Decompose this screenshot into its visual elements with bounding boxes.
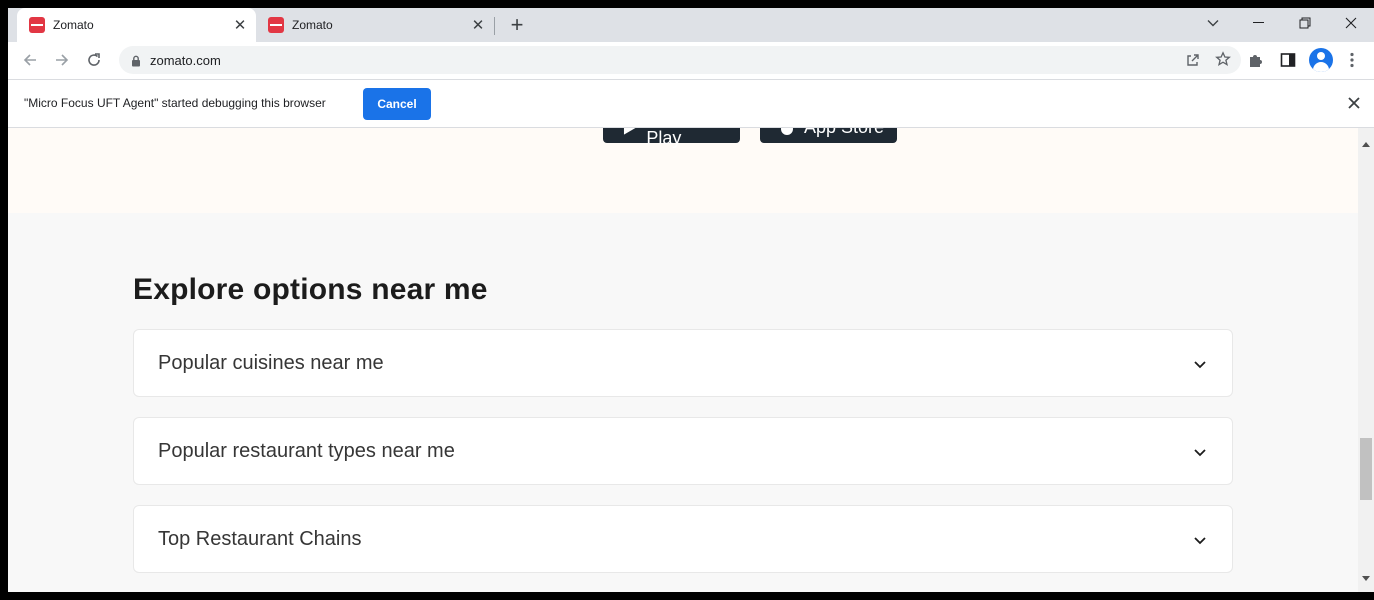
accordion-restaurant-chains[interactable]: Top Restaurant Chains (133, 505, 1233, 573)
debugging-infobar: "Micro Focus UFT Agent" started debuggin… (8, 79, 1374, 128)
tab-separator (494, 17, 495, 35)
infobar-message: "Micro Focus UFT Agent" started debuggin… (24, 96, 326, 110)
side-panel-icon[interactable] (1278, 50, 1298, 70)
accordion-popular-cuisines[interactable]: Popular cuisines near me (133, 329, 1233, 397)
scrollbar-thumb[interactable] (1360, 438, 1372, 500)
tab-zomato[interactable]: Zomato ✕ (256, 8, 494, 42)
window-close-icon[interactable] (1328, 8, 1374, 38)
page-content: Google Play App Store Explore options ne… (8, 128, 1358, 592)
tab-search-chevron-icon[interactable] (1190, 8, 1236, 38)
reload-icon[interactable] (81, 47, 107, 73)
tab-close-icon[interactable]: ✕ (468, 15, 488, 35)
google-play-icon (623, 128, 635, 135)
tab-zomato-active[interactable]: Zomato ✕ (17, 8, 256, 42)
minimize-icon[interactable] (1236, 8, 1282, 38)
extensions-puzzle-icon[interactable] (1246, 50, 1266, 70)
profile-avatar-icon[interactable] (1309, 48, 1333, 72)
tab-strip: Zomato ✕ Zomato ✕ + (8, 8, 1374, 42)
app-download-band: Google Play App Store (8, 128, 1358, 213)
browser-window: Zomato ✕ Zomato ✕ + zomato.com "Micro Fo… (8, 8, 1374, 592)
address-bar[interactable]: zomato.com (119, 46, 1241, 74)
cancel-button[interactable]: Cancel (363, 88, 431, 120)
zomato-favicon-icon (29, 17, 45, 33)
scroll-up-arrow-icon[interactable] (1362, 134, 1370, 152)
google-play-label: Google Play (646, 128, 682, 148)
accordion-label: Top Restaurant Chains (158, 528, 362, 550)
accordion-label: Popular restaurant types near me (158, 440, 455, 462)
infobar-close-icon[interactable] (1348, 96, 1360, 114)
section-title: Explore options near me (133, 273, 488, 306)
tab-title: Zomato (292, 18, 333, 32)
restore-icon[interactable] (1282, 8, 1328, 38)
chevron-down-icon[interactable] (1194, 444, 1206, 462)
accordion-label: Popular cuisines near me (158, 352, 384, 374)
zomato-favicon-icon (268, 17, 284, 33)
lock-icon[interactable] (131, 54, 141, 72)
more-menu-icon[interactable] (1342, 50, 1362, 70)
app-store-label: App Store (804, 128, 884, 138)
page-scrollbar[interactable] (1358, 128, 1374, 592)
forward-arrow-icon[interactable] (49, 47, 75, 73)
bookmark-star-icon[interactable] (1215, 51, 1231, 72)
tab-title: Zomato (53, 18, 94, 32)
chevron-down-icon[interactable] (1194, 532, 1206, 550)
share-icon[interactable] (1185, 52, 1201, 73)
apple-icon (781, 128, 793, 135)
url-text[interactable]: zomato.com (150, 53, 221, 68)
app-store-button[interactable]: App Store (760, 128, 897, 143)
chevron-down-icon[interactable] (1194, 356, 1206, 374)
accordion-restaurant-types[interactable]: Popular restaurant types near me (133, 417, 1233, 485)
tab-close-icon[interactable]: ✕ (230, 15, 250, 35)
browser-toolbar: zomato.com (8, 42, 1374, 78)
new-tab-button[interactable]: + (506, 14, 528, 36)
scroll-down-arrow-icon[interactable] (1362, 568, 1370, 586)
google-play-button[interactable]: Google Play (603, 128, 740, 148)
back-arrow-icon[interactable] (17, 47, 43, 73)
